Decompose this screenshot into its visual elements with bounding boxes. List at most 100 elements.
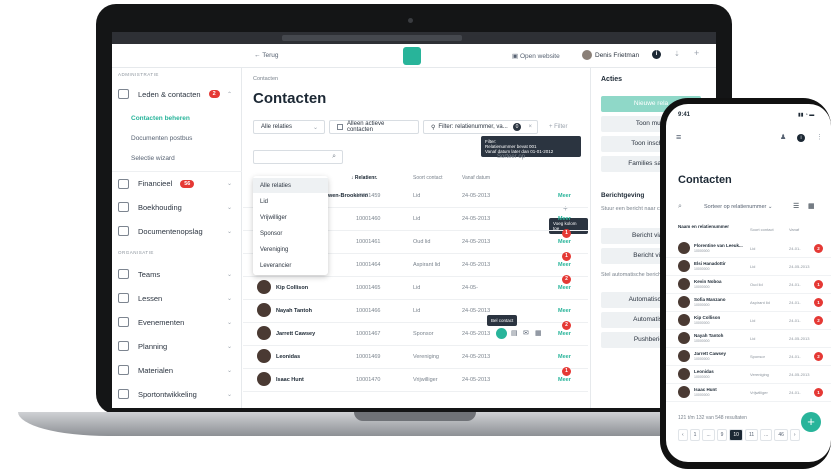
dropdown-option[interactable]: Vereniging: [253, 242, 328, 257]
chat-icon[interactable]: ▤: [511, 329, 518, 337]
column-header-relatie[interactable]: ↓ Relatienr.: [351, 175, 377, 181]
list-item[interactable]: Elsi Hanadottir 10000000 Lid 24-05-2013: [666, 258, 831, 276]
sidebar-item-boekhouding[interactable]: Boekhouding ⌄: [112, 195, 242, 219]
menu-icon[interactable]: ≡: [676, 132, 681, 142]
sidebar-sub-documenten-postbus[interactable]: Documenten postbus: [131, 135, 192, 142]
dropdown-option[interactable]: Vrijwilliger: [253, 210, 328, 225]
contact-type: Sponsor: [750, 354, 765, 359]
sidebar-item-documentenopslag[interactable]: Documentenopslag ⌄: [112, 219, 242, 243]
contact-type: Lid: [413, 285, 421, 291]
search-icon[interactable]: ⌕: [678, 203, 682, 211]
phone-sort-select[interactable]: Sorteer op relatienummer ⌄: [704, 204, 773, 210]
page-button[interactable]: 9: [716, 429, 728, 441]
list-item[interactable]: Florentine van Leeuk... 10000000 Lid 24-01-…: [666, 240, 831, 258]
start-date: 24-05-2013: [462, 377, 491, 383]
sidebar-item-lessen[interactable]: Lessen ⌄: [112, 286, 242, 310]
list-item[interactable]: Isaac Hunt 10000000 Vrijwilliger 24-01- 1: [666, 384, 831, 402]
contact-name[interactable]: Leonidas: [276, 354, 300, 360]
more-link[interactable]: Meer: [558, 239, 571, 245]
list-item[interactable]: Kip Collison 10000000 Lid 24-01- 2: [666, 312, 831, 330]
page-button[interactable]: 46: [774, 429, 788, 441]
sidebar-item-label: Sportontwikkeling: [138, 389, 197, 399]
phone-call-icon[interactable]: [496, 328, 507, 339]
contact-name[interactable]: Nayah Tantoh: [276, 308, 312, 314]
list-item[interactable]: Jarrett Cawsey 10000000 Sponsor 24-01- 2: [666, 348, 831, 366]
start-date: 24-01-: [789, 282, 801, 287]
page-button[interactable]: ...: [760, 429, 773, 441]
back-link[interactable]: ← Terug: [254, 52, 278, 59]
dropdown-option[interactable]: Alle relaties: [253, 178, 328, 193]
user-name[interactable]: Denis Frietman: [595, 52, 639, 59]
info-icon[interactable]: i: [797, 134, 805, 142]
add-filter-button[interactable]: + Filter: [542, 120, 586, 134]
table-row[interactable]: Nayah Tantoh 10001466 Lid 24-05-2013 Meer: [243, 300, 588, 323]
mail-icon[interactable]: ✉: [523, 329, 529, 337]
phone-screen: 9:41 ▮▮ ◔ ▬ ≡ ♟ i ⋮ Contacten ⌕ Sorteer …: [666, 104, 831, 462]
list-view-icon[interactable]: ☰: [793, 202, 799, 210]
column-header-soort[interactable]: Soort contact: [413, 175, 442, 181]
avatar[interactable]: [582, 50, 592, 60]
contact-name[interactable]: Jarrett Cawsey: [276, 331, 315, 337]
page-button[interactable]: ›: [789, 429, 800, 441]
list-item[interactable]: Leonidas 10000000 Vereniging 24-05-2013: [666, 366, 831, 384]
more-link[interactable]: Meer: [558, 193, 571, 199]
page-button[interactable]: 1: [689, 429, 701, 441]
dropdown-option[interactable]: Leverancier: [253, 258, 328, 273]
laptop-screen: ← Terug ▣ Open website Denis Frietman i …: [112, 32, 716, 408]
sidebar-item-leden[interactable]: Leden & contacten 2 ⌃: [112, 82, 242, 106]
phone-header-soort[interactable]: Soort contact: [750, 227, 774, 232]
more-link[interactable]: Meer: [558, 285, 571, 291]
table-row[interactable]: Leonidas 10001469 Vereniging 24-05-2013 Meer: [243, 346, 588, 369]
more-icon[interactable]: ⋮: [816, 133, 823, 141]
user-icon[interactable]: ♟: [780, 133, 786, 141]
more-link[interactable]: Meer: [558, 308, 571, 314]
contact-type: Lid: [413, 193, 421, 199]
logo-badge[interactable]: [403, 47, 421, 65]
add-contact-fab[interactable]: +: [801, 412, 821, 432]
more-link[interactable]: Meer: [558, 377, 571, 383]
plus-icon[interactable]: +: [694, 48, 699, 58]
page-button[interactable]: ...: [702, 429, 715, 441]
dropdown-option[interactable]: Sponsor: [253, 226, 328, 241]
more-link[interactable]: Meer: [558, 354, 571, 360]
grid-view-icon[interactable]: ▦: [808, 202, 815, 210]
phone-header-naam[interactable]: Naam en relatienummer: [678, 224, 733, 229]
more-link[interactable]: Meer: [558, 216, 571, 222]
relation-number: 10000000: [694, 249, 710, 253]
sidebar-sub-contacten-beheren[interactable]: Contacten beheren: [131, 115, 190, 122]
list-item[interactable]: Nayah Tantoh 10000000 Lid 24-05-2013: [666, 330, 831, 348]
filter-chip[interactable]: ⚲ Filter: relatienummer, va... 0 ×: [423, 120, 538, 134]
contact-name[interactable]: Kip Collison: [276, 285, 308, 291]
calendar-icon[interactable]: ▦: [535, 329, 542, 337]
close-icon[interactable]: ×: [528, 124, 532, 130]
table-row[interactable]: Isaac Hunt 10001470 Vrijwilliger 24-05-2013…: [243, 367, 588, 392]
sidebar-item-teams[interactable]: Teams ⌄: [112, 262, 242, 286]
sidebar-item-sportontwikkeling[interactable]: Sportontwikkeling ⌄: [112, 382, 242, 406]
sidebar-item-financieel[interactable]: Financieel 56 ⌄: [112, 171, 242, 195]
search-input[interactable]: ⌕: [253, 150, 343, 164]
sidebar-item-evenementen[interactable]: Evenementen ⌄: [112, 310, 242, 334]
sidebar-sub-selectie-wizard[interactable]: Selectie wizard: [131, 155, 175, 162]
sidebar-item-planning[interactable]: Planning ⌄: [112, 334, 242, 358]
download-icon[interactable]: ⇣: [674, 50, 680, 58]
sidebar-item-materialen[interactable]: Materialen ⌄: [112, 358, 242, 382]
more-link[interactable]: Meer: [558, 331, 571, 337]
table-row[interactable]: Kip Collison 10001465 Lid 24-05- Meer 2: [243, 275, 588, 300]
page-button[interactable]: 11: [744, 429, 759, 441]
list-item[interactable]: Sofia Manzano 10000000 Aspirant lid 24-01- 1: [666, 294, 831, 312]
page-button[interactable]: ‹: [678, 429, 688, 441]
active-only-checkbox[interactable]: Alleen actieve contacten: [329, 120, 419, 134]
sort-select[interactable]: Sorteer op: [497, 154, 525, 160]
address-bar[interactable]: [282, 35, 462, 41]
contact-name[interactable]: Isaac Hunt: [276, 377, 304, 383]
more-link[interactable]: Meer: [558, 262, 571, 268]
list-item[interactable]: Kevin Noboa 10000000 Oud lid 24-01- 1: [666, 276, 831, 294]
info-icon[interactable]: i: [652, 50, 661, 59]
relation-filter-select[interactable]: Alle relaties ⌄: [253, 120, 325, 134]
phone-header-vanaf[interactable]: Vanaf: [789, 227, 799, 232]
column-header-vanaf[interactable]: Vanaf datum: [462, 175, 490, 181]
breadcrumb[interactable]: Contacten: [253, 76, 278, 82]
page-button[interactable]: 10: [729, 429, 743, 441]
dropdown-option[interactable]: Lid: [253, 194, 328, 209]
open-website-link[interactable]: ▣ Open website: [512, 52, 560, 60]
